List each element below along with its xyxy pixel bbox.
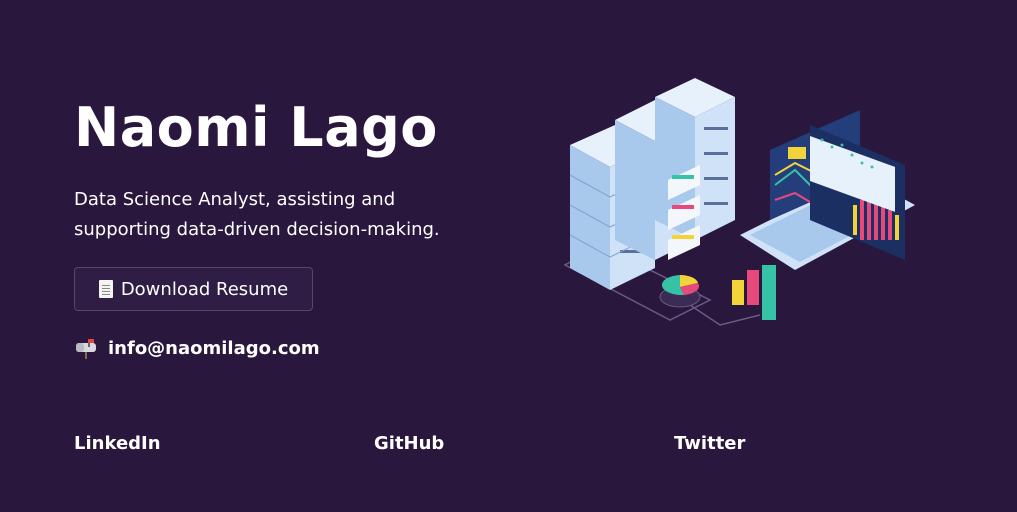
file-drawers — [668, 165, 700, 260]
document-icon — [98, 280, 113, 298]
laptop — [740, 110, 915, 270]
email-link[interactable]: info@naomilago.com — [108, 338, 320, 359]
hero-tagline: Data Science Analyst, assisting and supp… — [74, 189, 440, 240]
linkedin-link[interactable]: LinkedIn — [74, 433, 161, 454]
data-center-illustration — [563, 78, 915, 326]
github-link[interactable]: GitHub — [374, 433, 444, 454]
download-resume-label: Download Resume — [120, 278, 289, 300]
pie-chart-icon — [659, 274, 701, 308]
twitter-link[interactable]: Twitter — [674, 433, 745, 454]
bar-columns — [732, 265, 776, 320]
email-row: info@naomilago.com — [74, 336, 320, 360]
mailbox-icon — [76, 339, 96, 359]
hero-title: Naomi Lago — [74, 96, 438, 159]
download-resume-button[interactable]: Download Resume — [74, 267, 313, 311]
